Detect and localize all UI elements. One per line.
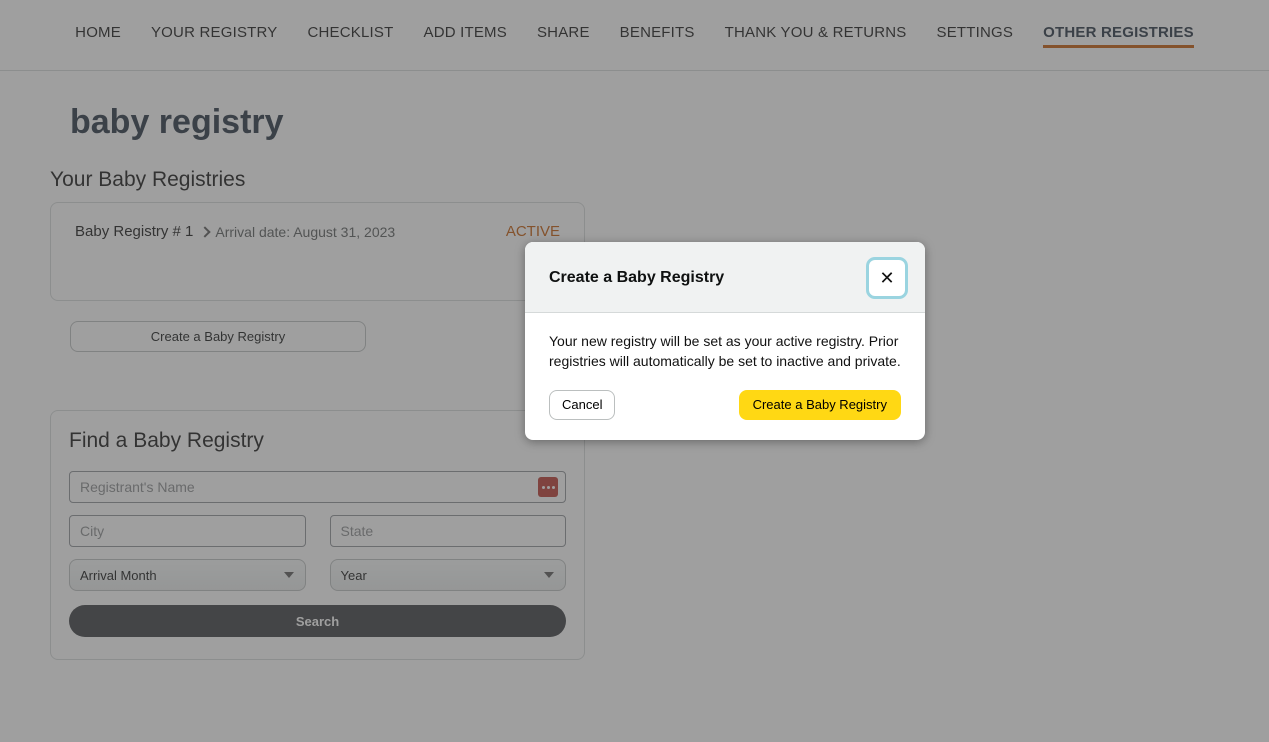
close-button[interactable]: ✕	[869, 260, 905, 296]
modal-title: Create a Baby Registry	[549, 269, 724, 287]
close-icon: ✕	[879, 269, 894, 287]
modal-footer: Cancel Create a Baby Registry	[525, 382, 925, 440]
cancel-button[interactable]: Cancel	[549, 390, 615, 420]
modal-header: Create a Baby Registry ✕	[525, 242, 925, 313]
modal-body-text: Your new registry will be set as your ac…	[525, 313, 925, 382]
create-registry-modal: Create a Baby Registry ✕ Your new regist…	[525, 242, 925, 440]
confirm-create-button[interactable]: Create a Baby Registry	[739, 390, 901, 420]
